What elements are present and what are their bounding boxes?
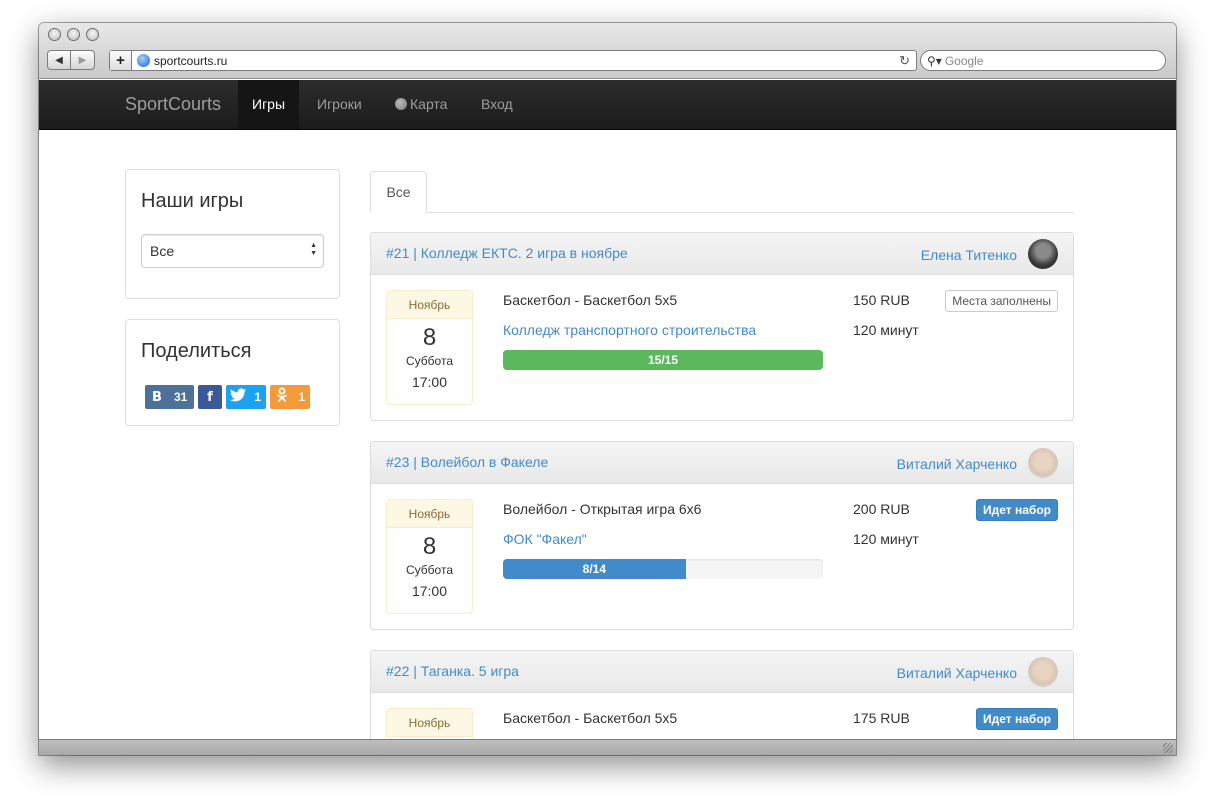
status-badge: Места заполнены: [945, 290, 1058, 312]
minimize-window-button[interactable]: [67, 28, 80, 41]
share-twitter-button[interactable]: 1: [226, 385, 266, 409]
share-buttons: В 31 f 1 1: [145, 385, 310, 409]
search-placeholder: Google: [944, 53, 984, 68]
game-author-link[interactable]: Елена Титенко: [921, 247, 1017, 263]
share-facebook-button[interactable]: f: [198, 385, 222, 409]
resize-grip-icon[interactable]: [1163, 743, 1173, 753]
game-price: 150 RUB: [853, 292, 910, 308]
game-card: #21 | Колледж ЕКТС. 2 игра в ноябре Елен…: [370, 232, 1074, 421]
games-filter-panel: Наши игры Все ▲ ▼: [125, 169, 340, 299]
window-controls: [48, 28, 99, 41]
game-date-box: Ноябрь 8 Суббота 17:00: [386, 499, 473, 614]
game-time: 17:00: [411, 374, 448, 390]
game-author-link[interactable]: Виталий Харченко: [897, 456, 1017, 472]
game-weekday: Суббота: [406, 354, 453, 368]
share-title: Поделиться: [141, 340, 252, 362]
add-bookmark-button[interactable]: +: [110, 51, 132, 70]
game-title-link[interactable]: #22 | Таганка. 5 игра: [386, 663, 519, 679]
select-arrows-icon: ▲ ▼: [310, 242, 317, 257]
games-filter-value: Все: [150, 243, 175, 259]
game-duration: 120 минут: [853, 322, 919, 338]
url-text[interactable]: sportcourts.ru: [154, 54, 227, 68]
page-viewport: SportCourts Игры Игроки Карта Вход Наши …: [39, 80, 1176, 739]
game-venue-link[interactable]: ФОК "Факел": [503, 531, 587, 547]
game-card: #23 | Волейбол в Факеле Виталий Харченко…: [370, 441, 1074, 630]
vk-icon: В: [152, 389, 162, 405]
globe-icon: [395, 98, 407, 110]
game-month: Ноябрь: [387, 709, 472, 737]
reload-icon[interactable]: ↻: [899, 53, 910, 69]
game-author-link[interactable]: Виталий Харченко: [897, 665, 1017, 681]
games-filter-select[interactable]: Все ▲ ▼: [141, 234, 324, 268]
avatar[interactable]: [1028, 239, 1058, 269]
status-badge[interactable]: Идет набор: [976, 499, 1058, 521]
close-window-button[interactable]: [48, 28, 61, 41]
ok-icon: [270, 387, 293, 407]
game-card-header: #22 | Таганка. 5 игра Виталий Харченко: [371, 651, 1073, 693]
nav-item-map-label: Карта: [410, 96, 448, 112]
forward-button[interactable]: ▶: [71, 50, 95, 70]
game-card: #22 | Таганка. 5 игра Виталий Харченко Н…: [370, 650, 1074, 739]
game-duration: 120 минут: [853, 531, 919, 547]
game-date-box: Ноябрь: [386, 708, 473, 739]
game-weekday: Суббота: [406, 563, 453, 577]
site-navbar: SportCourts Игры Игроки Карта Вход: [39, 80, 1176, 130]
search-icon: ⚲▾: [927, 53, 942, 68]
browser-statusbar: [39, 739, 1176, 755]
game-date-box: Ноябрь 8 Суббота 17:00: [386, 290, 473, 405]
globe-icon: [137, 54, 150, 67]
back-button[interactable]: ◀: [47, 50, 71, 70]
game-sport: Волейбол - Открытая игра 6х6: [503, 501, 702, 517]
game-venue-link[interactable]: Колледж транспортного строительства: [503, 322, 756, 338]
games-tabs: Все: [370, 171, 1074, 213]
game-progress-bar: 15/15: [503, 350, 823, 370]
status-badge[interactable]: Идет набор: [976, 708, 1058, 730]
game-sport: Баскетбол - Баскетбол 5х5: [503, 292, 678, 308]
nav-item-map[interactable]: Карта: [381, 80, 461, 129]
zoom-window-button[interactable]: [86, 28, 99, 41]
nav-item-games[interactable]: Игры: [238, 80, 300, 129]
twitter-count: 1: [254, 390, 261, 404]
avatar[interactable]: [1028, 448, 1058, 478]
vk-count: 31: [174, 390, 188, 404]
game-month: Ноябрь: [387, 291, 472, 319]
game-progress: 8/14: [503, 559, 823, 579]
game-card-header: #21 | Колледж ЕКТС. 2 игра в ноябре Елен…: [371, 233, 1073, 275]
games-filter-title: Наши игры: [141, 190, 244, 212]
game-progress-bar: 8/14: [503, 559, 686, 579]
share-odnoklassniki-button[interactable]: 1: [270, 385, 310, 409]
game-day: 8: [422, 324, 437, 351]
address-bar[interactable]: + sportcourts.ru ↻: [109, 50, 917, 71]
tab-all[interactable]: Все: [370, 171, 427, 213]
game-title-link[interactable]: #23 | Волейбол в Факеле: [386, 454, 548, 470]
game-sport: Баскетбол - Баскетбол 5х5: [503, 710, 678, 726]
search-field[interactable]: ⚲▾ Google: [920, 50, 1166, 71]
twitter-bird-icon: [226, 388, 249, 406]
game-time: 17:00: [411, 583, 448, 599]
nav-item-login[interactable]: Вход: [467, 80, 527, 129]
browser-toolbar: ◀ ▶ + sportcourts.ru ↻ ⚲▾ Google: [39, 23, 1176, 79]
game-title-link[interactable]: #21 | Колледж ЕКТС. 2 игра в ноябре: [386, 245, 628, 261]
game-card-header: #23 | Волейбол в Факеле Виталий Харченко: [371, 442, 1073, 484]
game-price: 200 RUB: [853, 501, 910, 517]
nav-item-players[interactable]: Игроки: [303, 80, 376, 129]
share-panel: Поделиться В 31 f 1 1: [125, 319, 340, 426]
facebook-icon: f: [207, 389, 213, 405]
game-day: 8: [422, 533, 437, 560]
game-progress: 15/15: [503, 350, 823, 370]
history-buttons: ◀ ▶: [47, 50, 95, 70]
game-price: 175 RUB: [853, 710, 910, 726]
avatar[interactable]: [1028, 657, 1058, 687]
game-month: Ноябрь: [387, 500, 472, 528]
browser-window: ◀ ▶ + sportcourts.ru ↻ ⚲▾ Google SportCo…: [39, 23, 1176, 755]
share-vk-button[interactable]: В 31: [145, 385, 194, 409]
odnoklassniki-count: 1: [298, 390, 305, 404]
site-brand[interactable]: SportCourts: [125, 94, 221, 115]
